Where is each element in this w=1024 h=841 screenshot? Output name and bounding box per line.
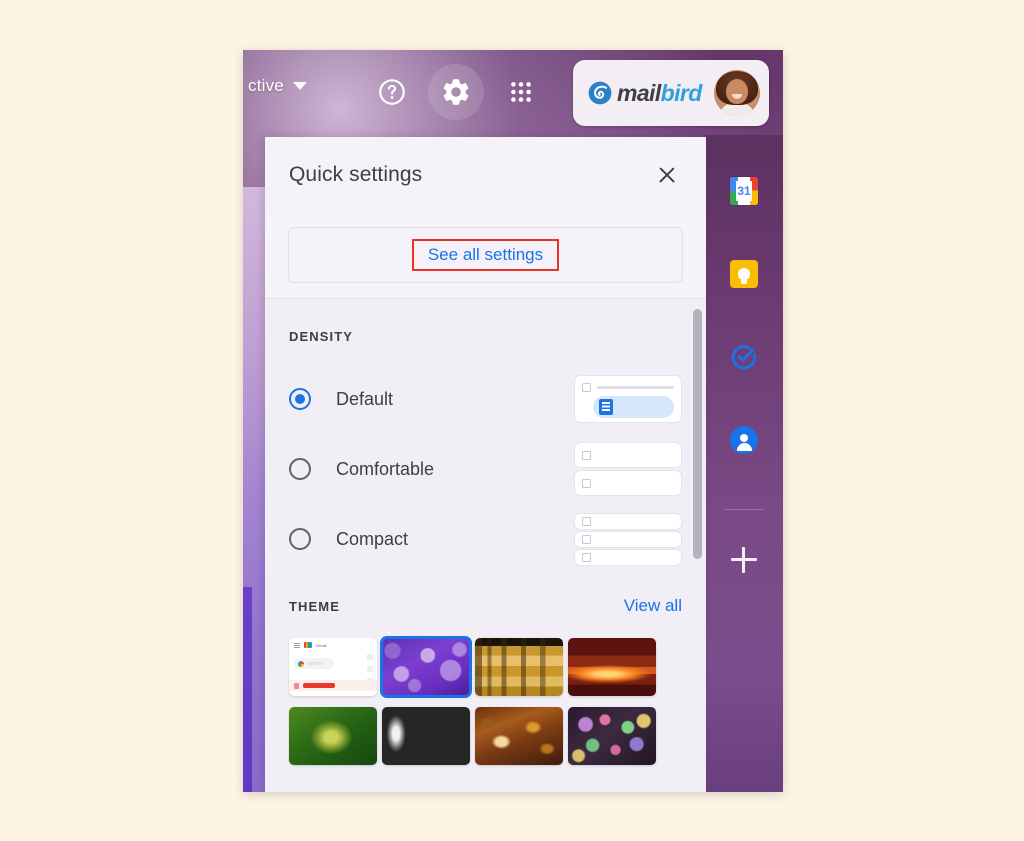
density-label-comfortable: Comfortable <box>336 458 435 479</box>
quick-settings-panel: Quick settings See all settings DENSITY … <box>265 137 706 792</box>
preview-row <box>575 383 681 392</box>
keep-bulb-icon <box>730 260 758 288</box>
preview-row <box>575 478 604 488</box>
left-accent-strip <box>243 187 265 792</box>
google-apps-button[interactable] <box>493 64 549 120</box>
rail-item-google-calendar[interactable]: 31 <box>728 175 760 207</box>
calendar-icon: 31 <box>730 177 758 205</box>
settings-button[interactable] <box>428 64 484 120</box>
density-option-compact[interactable]: Compact <box>289 504 682 574</box>
rail-item-google-keep[interactable] <box>728 258 760 290</box>
theme-thumb-purple-bokeh[interactable] <box>380 636 472 698</box>
density-option-default[interactable]: Default <box>289 364 682 434</box>
checkbox-icon <box>582 516 591 526</box>
theme-thumbnail-grid: Gmail <box>289 636 682 765</box>
density-section-label: DENSITY <box>289 329 354 344</box>
thumb-compose-button <box>294 658 334 669</box>
see-all-settings-label: See all settings <box>411 239 560 271</box>
document-icon <box>599 399 613 415</box>
checkbox-icon <box>582 478 591 488</box>
contacts-person-icon <box>730 426 758 454</box>
density-preview-compact <box>574 512 682 566</box>
radio-comfortable[interactable] <box>289 458 311 480</box>
preview-row <box>575 534 604 544</box>
gmail-logo-icon <box>304 642 312 648</box>
checkbox-icon <box>582 450 591 460</box>
preview-row <box>575 516 604 526</box>
close-icon[interactable] <box>652 160 682 190</box>
checkbox-icon <box>582 552 591 562</box>
density-option-comfortable[interactable]: Comfortable <box>289 434 682 504</box>
quick-settings-scroll-area[interactable]: DENSITY Default Comfortable Compact THEM… <box>265 299 706 792</box>
density-preview-default <box>574 375 682 423</box>
mailbird-swirl-icon <box>588 81 612 105</box>
chevron-down-icon <box>292 82 307 90</box>
density-label-default: Default <box>336 388 394 409</box>
preview-row <box>575 450 604 460</box>
help-button[interactable] <box>364 64 420 120</box>
theme-header: THEME View all <box>289 596 682 616</box>
calendar-day-number: 31 <box>736 181 752 201</box>
rail-item-google-contacts[interactable] <box>728 424 760 456</box>
preview-row <box>575 552 604 562</box>
see-all-settings-row: See all settings <box>265 212 706 298</box>
theme-thumb-grayscale-spoons[interactable] <box>382 707 470 765</box>
plus-icon <box>298 660 304 667</box>
density-label-compact: Compact <box>336 528 409 549</box>
theme-thumb-autumn-leaves[interactable] <box>475 707 563 765</box>
mailbird-wordmark: mailbird <box>617 80 702 107</box>
menu-icon <box>294 642 300 648</box>
theme-thumb-green-leaf[interactable] <box>289 707 377 765</box>
mailbird-word-mail: mail <box>617 79 661 106</box>
checkbox-icon <box>582 534 591 544</box>
rail-divider <box>724 509 764 510</box>
left-accent-bar <box>243 587 252 792</box>
theme-thumb-colorful-beads[interactable] <box>568 707 656 765</box>
thumb-gmail-word: Gmail <box>316 642 327 648</box>
theme-section-label: THEME <box>289 598 340 614</box>
radio-default[interactable] <box>289 388 311 410</box>
side-panel-rail: 31 <box>705 135 783 792</box>
density-preview-comfortable <box>574 442 682 496</box>
rail-item-google-tasks[interactable] <box>728 341 760 373</box>
theme-thumb-golden-blocks[interactable] <box>475 638 563 696</box>
theme-section: THEME View all Gmail <box>265 574 706 765</box>
quick-settings-header: Quick settings <box>265 137 706 212</box>
tasks-check-icon <box>731 345 757 370</box>
avatar-face <box>726 79 748 104</box>
see-all-settings-button[interactable]: See all settings <box>288 227 683 283</box>
page-title: Quick settings <box>289 162 423 186</box>
theme-thumb-lava-sunset[interactable] <box>568 638 656 696</box>
status-label: ctive <box>248 76 284 95</box>
gmail-app-window: ctive mailbird 31 Quick settings See all… <box>243 50 783 792</box>
mailbird-account-chip[interactable]: mailbird <box>573 60 769 126</box>
view-all-themes-link[interactable]: View all <box>624 596 682 616</box>
mailbird-logo: mailbird <box>587 80 708 107</box>
theme-thumb-gmail-default[interactable]: Gmail <box>289 638 377 696</box>
mailbird-word-bird: bird <box>660 79 703 106</box>
help-circle-icon <box>379 79 405 105</box>
label-icon <box>294 682 299 689</box>
rail-item-add[interactable] <box>728 544 760 576</box>
status-dropdown[interactable]: ctive <box>248 76 307 96</box>
density-section: DENSITY Default Comfortable Compact <box>265 299 706 574</box>
gear-icon <box>443 79 469 105</box>
radio-compact[interactable] <box>289 528 311 550</box>
apps-grid-icon <box>511 82 531 102</box>
density-options: Default Comfortable Compact <box>289 364 682 574</box>
thumb-mail-row <box>289 680 377 691</box>
plus-icon <box>731 547 757 573</box>
top-bar: ctive mailbird <box>243 50 783 135</box>
checkbox-icon <box>582 383 591 392</box>
preview-selected-row <box>575 396 681 418</box>
thumb-gmail-topbar: Gmail <box>289 638 377 652</box>
avatar[interactable] <box>714 70 760 116</box>
panel-scrollbar[interactable] <box>693 309 702 559</box>
